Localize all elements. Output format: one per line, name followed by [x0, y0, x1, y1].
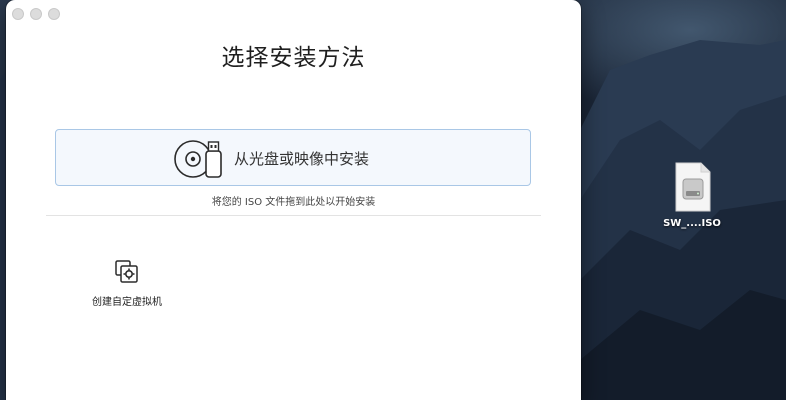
create-custom-vm-button[interactable]: 创建自定虚拟机: [86, 256, 166, 310]
drop-hint: 将您的 ISO 文件拖到此处以开始安装: [211, 197, 376, 208]
install-option-label: 从光盘或映像中安装: [234, 150, 370, 168]
minimize-button[interactable]: [30, 8, 42, 20]
page-title: 选择安装方法: [221, 45, 366, 71]
file-name-label: SW_....ISO: [663, 218, 721, 229]
divider: [46, 215, 541, 216]
disc-usb-icon: [174, 140, 222, 178]
install-from-disc-button[interactable]: 从光盘或映像中安装: [55, 129, 531, 186]
create-vm-label: 创建自定虚拟机: [92, 297, 162, 308]
zoom-button[interactable]: [48, 8, 60, 20]
desktop-iso-file[interactable]: SW_....ISO: [660, 160, 728, 238]
custom-vm-icon: [115, 260, 138, 283]
close-button[interactable]: [12, 8, 24, 20]
window-controls: [12, 8, 60, 20]
iso-file-icon: [675, 162, 711, 212]
install-window: 选择安装方法 从光盘或映像中安装 将您的 ISO 文件拖到此处以开始安装 创建自…: [6, 0, 581, 400]
